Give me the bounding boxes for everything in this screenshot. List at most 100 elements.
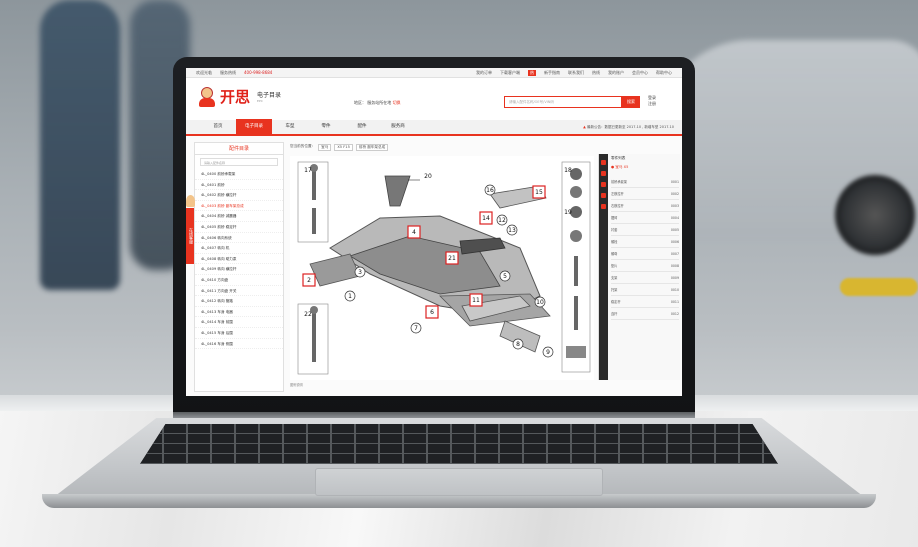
register-link[interactable]: 注册: [648, 101, 656, 107]
topbar-welcome[interactable]: 欢迎光临: [196, 70, 212, 76]
nav-item-catalog[interactable]: 电子目录: [236, 119, 272, 135]
callout-15[interactable]: 15: [535, 189, 543, 196]
sidebar-item[interactable]: 4L_0402 前桥 横拉杆: [195, 190, 283, 201]
search-input[interactable]: 请输入配件名称/OE号/VIN码: [504, 96, 622, 108]
breadcrumb-chip[interactable]: 前桥 副车架总成: [355, 144, 389, 151]
notice-bar[interactable]: ▲ 最新公告：数据已更新至 2017.10 , 新增车型 2017.10: [583, 125, 674, 130]
bolt-part: [574, 296, 578, 330]
bracket-part: [384, 175, 411, 207]
sidebar-title: 配件目录: [195, 143, 283, 155]
topbar-link-member[interactable]: 会员中心: [632, 70, 648, 76]
sidebar-item[interactable]: 4L_0412 转向 管路: [195, 296, 283, 307]
callout-16[interactable]: 16: [486, 187, 494, 194]
breadcrumb-chip[interactable]: 宝马: [318, 144, 332, 151]
callout-11[interactable]: 11: [472, 297, 480, 304]
nav-item-home[interactable]: 首页: [200, 119, 236, 135]
table-row[interactable]: 衬套 0005: [611, 224, 679, 236]
login-links[interactable]: 登录 注册: [648, 95, 656, 107]
part-number: 0009: [670, 275, 679, 280]
sidebar-item[interactable]: 4L_0410 方向盘: [195, 275, 283, 286]
topbar-link-hotline[interactable]: 热线: [592, 70, 600, 76]
nav-item-providers[interactable]: 服务商: [380, 119, 416, 135]
region-selector[interactable]: 地区： 服务站所在地 切换: [354, 100, 401, 106]
topbar-link-help[interactable]: 帮助中心: [656, 70, 672, 76]
main-nav: 首页 电子目录 车型 零件 配件 服务商 ▲ 最新公告：数据已更新至 2017.…: [186, 119, 682, 136]
table-row[interactable]: 托架 0010: [611, 284, 679, 296]
callout-6[interactable]: 6: [430, 309, 434, 316]
sidebar-item[interactable]: 4L_0411 方向盘 开关: [195, 286, 283, 297]
topbar-link-orders[interactable]: 我的订单: [476, 70, 492, 76]
callout-5[interactable]: 5: [503, 273, 507, 280]
part-name: 左横拉杆: [611, 192, 624, 196]
nav-item-models[interactable]: 车型: [272, 119, 308, 135]
tool-icon[interactable]: [601, 204, 606, 209]
callout-14[interactable]: 14: [482, 215, 490, 222]
sidebar-search-input[interactable]: 请输入配件名称: [200, 158, 278, 166]
table-row[interactable]: 螺栓 0006: [611, 236, 679, 248]
search-button[interactable]: 搜索: [622, 96, 640, 108]
tool-icon[interactable]: [601, 193, 606, 198]
callout-18[interactable]: 18: [564, 167, 572, 174]
callout-8[interactable]: 8: [516, 341, 520, 348]
sidebar-item[interactable]: 4L_0416 车身 侧围: [195, 339, 283, 350]
callout-21[interactable]: 21: [448, 255, 456, 262]
table-row[interactable]: 右横拉杆 0003: [611, 200, 679, 212]
callout-19[interactable]: 19: [564, 209, 572, 216]
sidebar-item[interactable]: 4L_0408 转向 助力泵: [195, 254, 283, 265]
blurred-car-wheel: [835, 175, 915, 255]
tool-icon[interactable]: [601, 160, 606, 165]
callout-10[interactable]: 10: [536, 299, 544, 306]
hot-badge: 热: [528, 69, 536, 76]
callout-22[interactable]: 22: [304, 311, 312, 318]
tool-icon[interactable]: [601, 171, 606, 176]
topbar-link-download[interactable]: 下载客户端: [500, 70, 520, 76]
sidebar-item-selected[interactable]: 4L_0403 前桥 副车架总成: [195, 201, 283, 212]
logo-sub-title: 电子目录: [257, 92, 282, 99]
sidebar-item[interactable]: 4L_0413 车身 电器: [195, 307, 283, 318]
table-row[interactable]: 支架 0009: [611, 272, 679, 284]
callout-2[interactable]: 2: [307, 277, 311, 284]
table-row[interactable]: 左横拉杆 0002: [611, 188, 679, 200]
part-number: 0010: [670, 287, 679, 292]
topbar-link-account[interactable]: 我的账户: [608, 70, 624, 76]
part-number: 0002: [670, 191, 679, 196]
callout-4[interactable]: 4: [412, 229, 416, 236]
nav-item-accessories[interactable]: 配件: [344, 119, 380, 135]
online-service-tab[interactable]: 在线客服: [186, 208, 194, 264]
callout-3[interactable]: 3: [358, 269, 362, 276]
nav-item-parts[interactable]: 零件: [308, 119, 344, 135]
sidebar-item[interactable]: 4L_0404 前桥 减震器: [195, 211, 283, 222]
sidebar-item[interactable]: 4L_0401 前桥: [195, 180, 283, 191]
table-row[interactable]: 连杆 0012: [611, 308, 679, 320]
region-change-link[interactable]: 切换: [393, 100, 401, 105]
callout-1[interactable]: 1: [348, 293, 352, 300]
exploded-parts-diagram[interactable]: 1 2 3 4 5 6 7 8 9 10 11 12 13 14 15 16 1…: [290, 156, 594, 380]
sidebar-item[interactable]: 4L_0415 车身 后围: [195, 328, 283, 339]
sidebar-item[interactable]: 4L_0400 前桥承载架: [195, 169, 283, 180]
table-row[interactable]: 前桥承载架 0001: [611, 176, 679, 188]
sidebar-item[interactable]: 4L_0406 转向系统: [195, 233, 283, 244]
callout-7[interactable]: 7: [414, 325, 418, 332]
notice-text: 最新公告：数据已更新至 2017.10 , 新增车型 2017.10: [586, 125, 674, 129]
table-row[interactable]: 稳定杆 0011: [611, 296, 679, 308]
topbar-link-guide[interactable]: 新手指南: [544, 70, 560, 76]
laptop-base-edge: [42, 494, 876, 508]
sidebar-item[interactable]: 4L_0407 转向 机: [195, 243, 283, 254]
callout-13[interactable]: 13: [508, 227, 516, 234]
sidebar-item[interactable]: 4L_0405 前桥 稳定杆: [195, 222, 283, 233]
tool-icon[interactable]: [601, 182, 606, 187]
breadcrumb-chip[interactable]: X5 F15: [334, 144, 353, 151]
table-row[interactable]: 螺母 0007: [611, 248, 679, 260]
topbar-link-contact[interactable]: 联系我们: [568, 70, 584, 76]
callout-9[interactable]: 9: [546, 349, 550, 356]
site-logo[interactable]: 开思 电子目录 EPC: [198, 86, 281, 107]
table-row[interactable]: 摆臂 0004: [611, 212, 679, 224]
mascot-icon: [198, 86, 216, 107]
callout-20[interactable]: 20: [424, 173, 432, 180]
callout-17[interactable]: 17: [304, 167, 312, 174]
table-row[interactable]: 垫片 0008: [611, 260, 679, 272]
callout-12[interactable]: 12: [498, 217, 506, 224]
sidebar-item[interactable]: 4L_0414 车身 前围: [195, 317, 283, 328]
sidebar-item[interactable]: 4L_0409 转向 横拉杆: [195, 264, 283, 275]
diagram-legend[interactable]: 图例说明: [290, 382, 303, 387]
